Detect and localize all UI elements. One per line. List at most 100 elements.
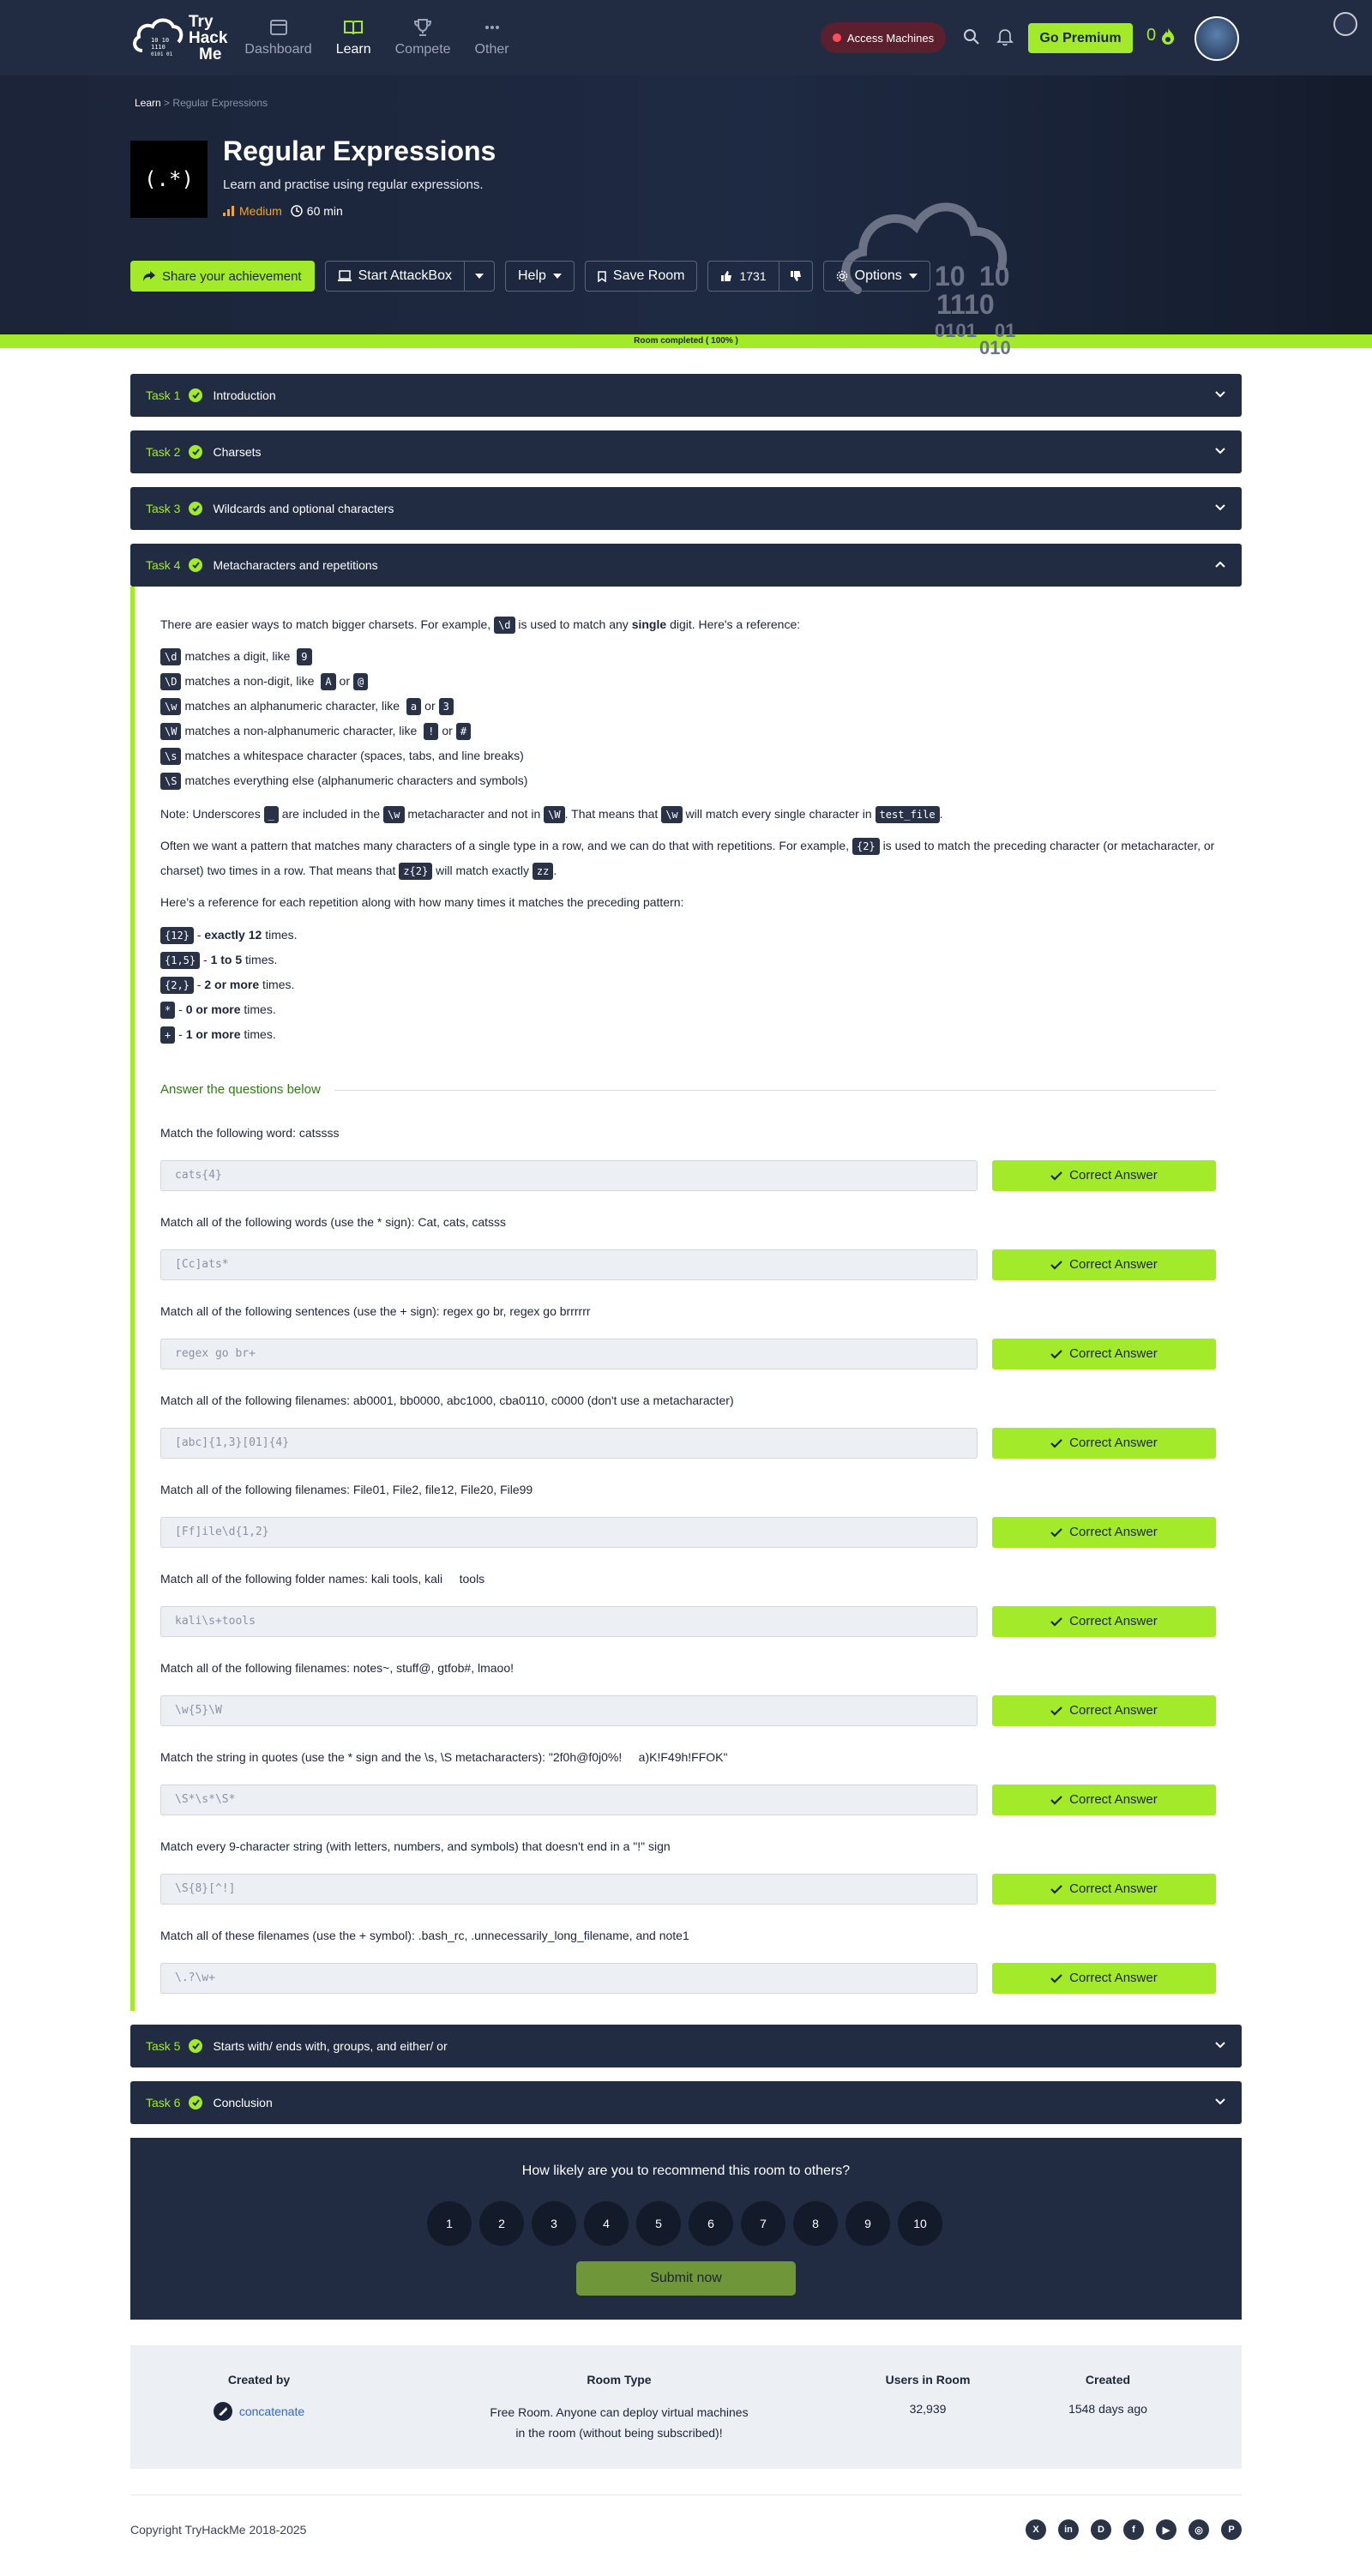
task-6-header[interactable]: Task 6 Conclusion	[130, 2081, 1242, 2124]
chevron-up-icon	[1215, 561, 1225, 568]
reference-item: \s matches a whitespace character (spaces…	[160, 743, 1216, 768]
code-snippet: \W	[544, 806, 565, 823]
share-achievement-button[interactable]: Share your achievement	[130, 261, 315, 292]
code-snippet: A	[321, 673, 336, 690]
answer-input[interactable]: \S*\s*\S*	[160, 1785, 978, 1815]
like-button[interactable]: 1731	[707, 261, 779, 292]
correct-answer-button[interactable]: Correct Answer	[991, 1339, 1216, 1369]
submit-rating-button[interactable]: Submit now	[576, 2261, 796, 2296]
breadcrumb-learn[interactable]: Learn	[135, 97, 161, 109]
question-text: Match all of the following words (use th…	[160, 1215, 507, 1229]
task-1-header[interactable]: Task 1 Introduction	[130, 374, 1242, 417]
duration-label: 60 min	[306, 204, 343, 218]
creator-link[interactable]: concatenate	[182, 2402, 336, 2421]
dislike-button[interactable]	[779, 261, 813, 292]
tryhackme-logo[interactable]: 10 10 1110 0101 01 Try Hack Me	[130, 13, 227, 63]
nav-dashboard-label: Dashboard	[244, 42, 312, 57]
access-machines-button[interactable]: Access Machines	[821, 22, 946, 53]
correct-answer-button[interactable]: Correct Answer	[991, 1874, 1216, 1905]
rating-option[interactable]: 10	[898, 2201, 942, 2246]
answer-row: regex go br+ Correct Answer	[160, 1339, 1216, 1369]
correct-answer-button[interactable]: Correct Answer	[991, 1249, 1216, 1280]
answer-input[interactable]: [Cc]ats*	[160, 1249, 978, 1280]
question-text: Match every 9-character string (with let…	[160, 1839, 671, 1853]
facebook-icon[interactable]: f	[1123, 2519, 1144, 2540]
rating-option[interactable]: 7	[741, 2201, 785, 2246]
task-2-header[interactable]: Task 2 Charsets	[130, 430, 1242, 473]
question-text: Match all of the following filenames: no…	[160, 1661, 514, 1675]
nav-other[interactable]: Other	[475, 18, 509, 57]
nav-dashboard[interactable]: Dashboard	[244, 18, 312, 57]
code-snippet: \d	[494, 617, 515, 634]
correct-answer-button[interactable]: Correct Answer	[991, 1695, 1216, 1726]
answers-title-text: Answer the questions below	[160, 1082, 321, 1097]
answer-input[interactable]: [abc]{1,3}[01]{4}	[160, 1428, 978, 1459]
creator-name[interactable]: concatenate	[239, 2404, 304, 2418]
check-circle-icon	[189, 2039, 203, 2053]
attackbox-dropdown-button[interactable]	[464, 261, 495, 292]
correct-answer-button[interactable]: Correct Answer	[991, 1160, 1216, 1191]
go-premium-button[interactable]: Go Premium	[1028, 23, 1133, 53]
thumbs-down-icon	[790, 271, 801, 281]
room-header: Learn > Regular Expressions (.*) Regular…	[0, 75, 1372, 358]
streak-counter[interactable]: 0	[1146, 26, 1176, 45]
correct-answer-button[interactable]: Correct Answer	[991, 1606, 1216, 1637]
answer-input[interactable]: cats{4}	[160, 1160, 978, 1191]
youtube-icon[interactable]: ▶	[1156, 2519, 1176, 2540]
answer-input[interactable]: \w{5}\W	[160, 1695, 978, 1726]
text-bold: 1 to 5	[210, 953, 243, 966]
room-type-text: in the room (without being subscribed)!	[515, 2426, 723, 2440]
x-icon[interactable]: X	[1026, 2519, 1046, 2540]
rating-option[interactable]: 1	[427, 2201, 472, 2246]
save-room-button[interactable]: Save Room	[584, 261, 698, 292]
task-3-header[interactable]: Task 3 Wildcards and optional characters	[130, 487, 1242, 530]
answer-input[interactable]: \S{8}[^!]	[160, 1874, 978, 1905]
code-snippet: \s	[160, 748, 182, 765]
correct-answer-label: Correct Answer	[1069, 1257, 1158, 1272]
correct-answer-button[interactable]: Correct Answer	[991, 1785, 1216, 1815]
text: There are easier ways to match bigger ch…	[160, 617, 491, 631]
share-label: Share your achievement	[162, 268, 302, 284]
rating-option[interactable]: 4	[584, 2201, 629, 2246]
correct-answer-button[interactable]: Correct Answer	[991, 1963, 1216, 1994]
correct-answer-button[interactable]: Correct Answer	[991, 1517, 1216, 1548]
profile-circle[interactable]	[1333, 12, 1357, 36]
rating-option[interactable]: 3	[532, 2201, 576, 2246]
discord-icon[interactable]: D	[1091, 2519, 1111, 2540]
correct-answer-button[interactable]: Correct Answer	[991, 1428, 1216, 1459]
reference-item: \W matches a non-alphanumeric character, …	[160, 719, 1216, 743]
answer-input[interactable]: \.?\w+	[160, 1963, 978, 1994]
breadcrumb: Learn > Regular Expressions	[135, 97, 268, 109]
search-icon[interactable]	[963, 28, 980, 45]
task-number: Task 6	[146, 2096, 181, 2110]
options-button[interactable]: Options	[822, 261, 930, 292]
pinterest-icon[interactable]: P	[1221, 2519, 1242, 2540]
linkedin-icon[interactable]: in	[1058, 2519, 1079, 2540]
start-attackbox-button[interactable]: Start AttackBox	[324, 261, 465, 292]
instagram-icon[interactable]: ◎	[1188, 2519, 1209, 2540]
answer-input[interactable]: kali\s+tools	[160, 1606, 978, 1637]
answer-input[interactable]: regex go br+	[160, 1339, 978, 1369]
bell-icon[interactable]	[996, 27, 1014, 46]
breadcrumb-separator: >	[164, 97, 171, 109]
text: -	[175, 1002, 186, 1016]
nav-learn[interactable]: Learn	[336, 18, 371, 57]
help-button[interactable]: Help	[504, 261, 575, 292]
question-text: Match all of these filenames (use the + …	[160, 1929, 689, 1942]
rating-option[interactable]: 5	[636, 2201, 681, 2246]
info-heading: Created by	[227, 2373, 291, 2386]
rating-option[interactable]: 6	[689, 2201, 733, 2246]
task-number: Task 3	[146, 502, 181, 515]
nav-compete[interactable]: Compete	[395, 18, 451, 57]
share-icon	[143, 271, 155, 281]
rating-option[interactable]: 9	[845, 2201, 890, 2246]
task-4-header[interactable]: Task 4 Metacharacters and repetitions	[130, 544, 1242, 587]
task-5-header[interactable]: Task 5 Starts with/ ends with, groups, a…	[130, 2025, 1242, 2067]
user-avatar[interactable]	[1194, 16, 1239, 61]
creator-avatar	[213, 2402, 232, 2421]
code-snippet: \w	[661, 806, 683, 823]
intro-paragraph: There are easier ways to match bigger ch…	[160, 612, 1216, 637]
answer-input[interactable]: [Ff]ile\d{1,2}	[160, 1517, 978, 1548]
rating-option[interactable]: 2	[479, 2201, 524, 2246]
rating-option[interactable]: 8	[793, 2201, 838, 2246]
